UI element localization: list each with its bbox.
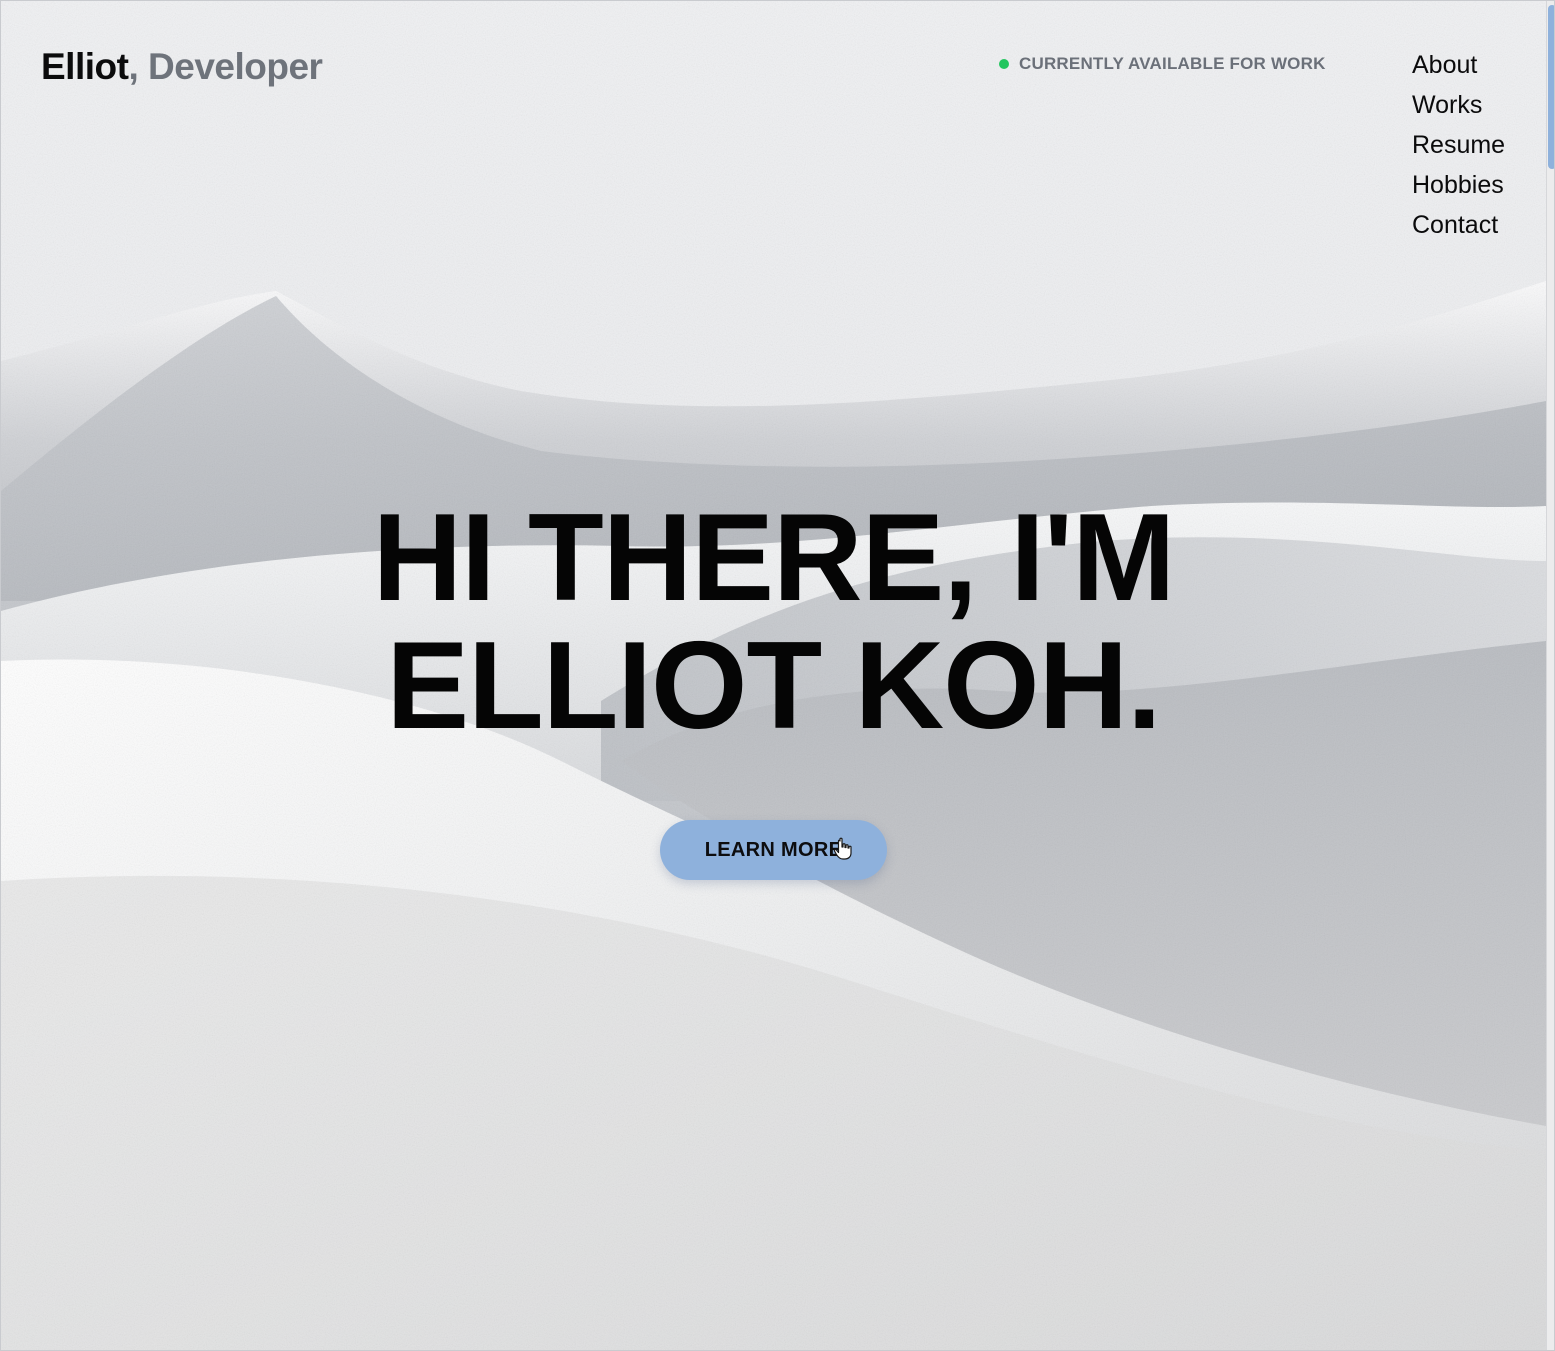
hero-heading: HI THERE, I'M ELLIOT KOH. bbox=[1, 494, 1546, 750]
brand-name: Elliot bbox=[41, 46, 129, 87]
brand-separator: , bbox=[128, 46, 139, 87]
scrollbar[interactable] bbox=[1546, 1, 1554, 1350]
main-nav: About Works Resume Hobbies Contact bbox=[1412, 49, 1505, 241]
learn-more-button[interactable]: LEARN MORE bbox=[660, 820, 887, 880]
nav-item-hobbies[interactable]: Hobbies bbox=[1412, 169, 1505, 201]
nav-item-about[interactable]: About bbox=[1412, 49, 1505, 81]
status-text: CURRENTLY AVAILABLE FOR WORK bbox=[1019, 54, 1326, 73]
hero: HI THERE, I'M ELLIOT KOH. bbox=[1, 494, 1546, 750]
brand-role: Developer bbox=[148, 46, 323, 87]
hero-heading-line-1: HI THERE, I'M bbox=[372, 489, 1176, 627]
scrollbar-thumb[interactable] bbox=[1548, 5, 1554, 169]
brand-logo[interactable]: Elliot, Developer bbox=[41, 46, 323, 88]
page: Elliot, Developer CURRENTLY AVAILABLE FO… bbox=[0, 0, 1555, 1351]
availability-status: CURRENTLY AVAILABLE FOR WORK bbox=[999, 54, 1326, 74]
nav-item-resume[interactable]: Resume bbox=[1412, 129, 1505, 161]
nav-item-contact[interactable]: Contact bbox=[1412, 209, 1505, 241]
status-dot-icon bbox=[999, 59, 1009, 69]
nav-item-works[interactable]: Works bbox=[1412, 89, 1505, 121]
hero-heading-line-2: ELLIOT KOH. bbox=[386, 617, 1161, 755]
